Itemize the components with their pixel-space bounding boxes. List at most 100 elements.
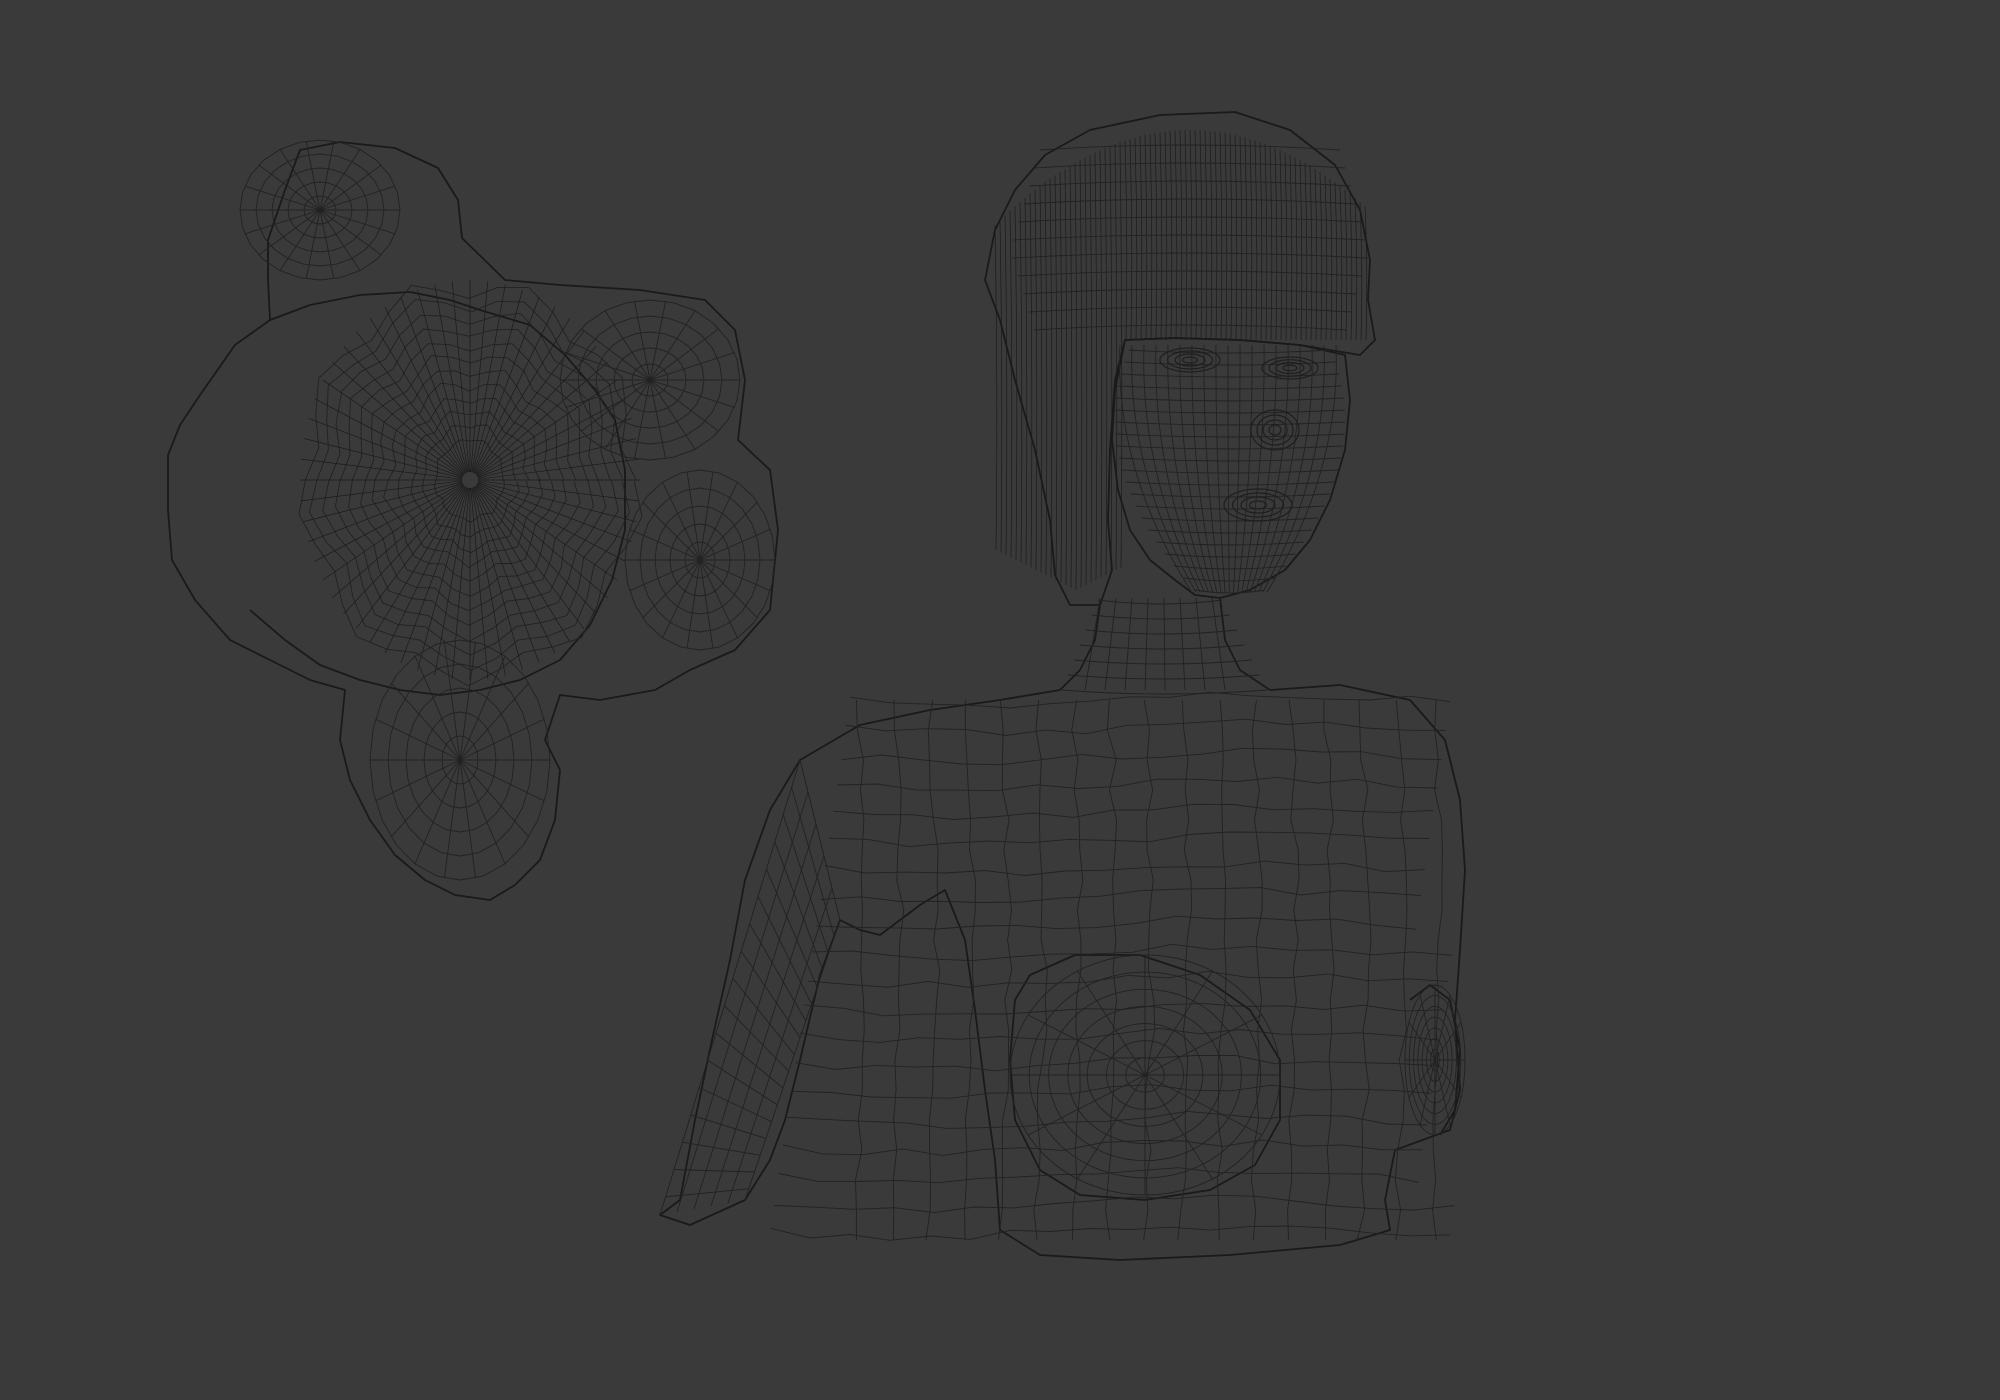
face-row-line <box>1128 349 1332 354</box>
hair-strand-line <box>1259 142 1263 341</box>
neck-row-line <box>1061 689 1268 695</box>
face-col-line <box>1266 344 1337 593</box>
torso-row-line <box>828 831 1430 848</box>
bun-ring-line <box>348 343 594 626</box>
hair-strand-line <box>1239 136 1243 341</box>
bun-ring-line <box>422 424 520 538</box>
hair-ring-line <box>1017 270 1363 277</box>
face-row-line <box>1135 505 1325 510</box>
arm-row-line <box>782 814 830 954</box>
hair-strand-line <box>1354 197 1358 341</box>
hair-strand-line <box>1084 157 1088 586</box>
arm-row-line <box>665 1188 749 1198</box>
hair-strand-line <box>999 219 1003 553</box>
bun-radial-line <box>477 480 640 502</box>
hair-strand-line <box>1264 143 1268 341</box>
hair-strand-line <box>1004 215 1008 556</box>
hair-strand-line <box>1074 162 1078 591</box>
face-row-line <box>1118 457 1342 462</box>
torso-col-line <box>1323 699 1335 1241</box>
bun-lobe-spoke <box>459 718 545 761</box>
hair-strand-line <box>1249 138 1253 341</box>
wireframe-scene[interactable] <box>0 0 2000 1400</box>
face-feature-loop <box>1262 419 1288 441</box>
hair-strand-line <box>1064 168 1068 586</box>
torso-row-line <box>807 970 1449 988</box>
torso-col-line <box>1394 699 1408 1241</box>
hair-strand-line <box>1069 165 1073 588</box>
hair-strand-line <box>1269 145 1273 341</box>
hair-strand-line <box>1129 138 1133 341</box>
face-feature-loop <box>1250 409 1300 451</box>
hair-strand-line <box>1139 136 1143 341</box>
face-row-line <box>1184 577 1276 582</box>
neck-col-line <box>1104 597 1117 691</box>
face-feature-loop <box>1223 488 1293 522</box>
neck-row-line <box>1097 599 1223 605</box>
hair-strand-line <box>1024 197 1028 566</box>
torso-col-line <box>1287 699 1300 1241</box>
hair-strand-line <box>1339 186 1343 341</box>
bun-lobe-spoke <box>649 379 735 408</box>
torso-row-line <box>849 691 1451 709</box>
hair-ring-line <box>1033 324 1347 331</box>
torso-row-line <box>833 803 1434 820</box>
face-feature-loop <box>1181 356 1199 364</box>
neck-row-line <box>1079 644 1245 650</box>
female-bust-mesh[interactable] <box>659 111 1466 1261</box>
bun-ring-line <box>309 299 630 671</box>
bun-lobe-spoke <box>459 759 545 802</box>
3d-viewport[interactable] <box>0 0 2000 1400</box>
hair-strand-line <box>1244 137 1248 341</box>
hair-strand-line <box>1294 157 1298 341</box>
hair-strand-line <box>1324 175 1328 341</box>
bun-lobe-spoke <box>319 185 396 211</box>
neck-row-line <box>1073 659 1253 665</box>
neck-row-line <box>1085 629 1238 635</box>
bun-lobe-spoke <box>565 352 651 381</box>
breast-spoke-line <box>1027 1014 1146 1076</box>
neck-col-line <box>1163 597 1166 691</box>
face-row-line <box>1121 469 1339 474</box>
face-row-line <box>1118 385 1342 390</box>
bun-radial-line <box>322 379 464 477</box>
hair-strand-line <box>1154 133 1158 341</box>
torso-row-line <box>778 1167 1419 1184</box>
arm-row-line <box>715 1032 784 1089</box>
bun-lobe-spoke <box>375 759 461 802</box>
torso-row-line <box>824 860 1425 876</box>
torso-row-line <box>803 1003 1444 1017</box>
hair-strand-line <box>1054 175 1058 581</box>
face-col-line <box>1233 344 1241 593</box>
hair-strand-line <box>1079 160 1083 588</box>
neck-col-line <box>1144 597 1149 691</box>
bun-lobe-spoke <box>244 185 321 211</box>
face-feature-loop <box>1268 424 1282 436</box>
hair-strand-line <box>1234 134 1238 341</box>
torso-col-line <box>1432 699 1443 1241</box>
face-feature-loop <box>1282 364 1298 372</box>
neck-col-line <box>1179 597 1186 691</box>
face-row-line <box>1141 517 1319 522</box>
torso-row-line <box>837 776 1438 792</box>
neck-col-line <box>1124 597 1133 691</box>
torso-row-line <box>782 1139 1423 1157</box>
torso-row-line <box>820 887 1421 903</box>
hair-ring-line <box>1039 144 1341 151</box>
bun-lobe-spoke <box>649 352 735 381</box>
face-col-line <box>1215 344 1226 593</box>
hair-strand-line <box>1009 210 1013 558</box>
hair-strand-line <box>1349 193 1353 341</box>
bun-ring-line <box>298 284 643 687</box>
torso-row-line <box>841 747 1442 766</box>
bun-lobe-spoke <box>375 718 461 761</box>
face-row-line <box>1148 529 1312 534</box>
arm-col-line <box>727 887 833 1204</box>
arm-col-line <box>744 919 841 1201</box>
bun-radial-line <box>476 483 618 581</box>
torso-col-line <box>892 699 905 1241</box>
hair-bun-wireframe <box>239 139 776 881</box>
breast-spoke-line <box>1144 970 1213 1076</box>
neck-col-line <box>1195 597 1206 691</box>
hair-strand-line <box>1279 150 1283 341</box>
